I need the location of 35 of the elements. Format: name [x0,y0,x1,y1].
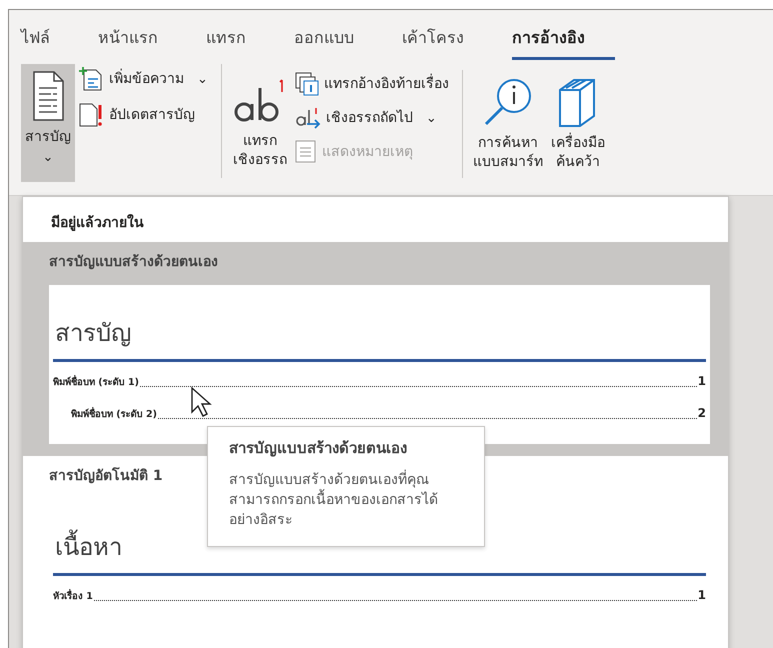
ribbon-button[interactable]: อัปเดตสารบัญ [75,100,211,130]
ribbon-tab[interactable]: เค้าโครง [402,18,494,60]
mouse-pointer-icon [190,386,212,418]
page-number: 1 [698,587,706,604]
ribbon-tab[interactable]: ออกแบบ [294,18,384,60]
ribbon-tab[interactable]: การอ้างอิง [512,18,615,60]
endnote-icon [294,72,319,96]
ribbon-tab[interactable]: หน้าแรก [98,18,188,60]
toc-entry-text: หัวเรื่อง 1 [53,590,93,604]
ribbon-tab[interactable]: แทรก [206,18,276,60]
ribbon-button[interactable]: สารบัญ ⌄ [21,64,75,182]
ribbon-tab[interactable]: ไฟล์ [21,18,80,60]
ribbon-button[interactable]: แทรก เชิงอรรถ [228,70,292,188]
document-list-icon [31,70,65,122]
preview-heading: สารบัญ [55,318,132,349]
show-notes-icon [294,140,317,164]
ribbon-button[interactable]: เชิงอรรถถัดไป ⌄ [292,104,452,132]
toc-entry-text: พิมพ์ชื่อบท (ระดับ 1) [53,376,139,390]
update-document-icon [78,102,104,128]
preview-heading: เนื้อหา [55,529,706,565]
add-text-icon [78,66,104,92]
gallery-item-title: สารบัญอัตโนมัติ 1 [49,466,163,486]
gallery-item-title: สารบัญแบบสร้างด้วยตนเอง [49,253,218,272]
ribbon-button[interactable]: การค้นหา แบบสมาร์ท [468,70,547,188]
tooltip-text: สารบัญแบบสร้างด้วยตนเองที่คุณสามารถกรอกเนื้อหาของเอกสารได้อย่างอิสระ [229,470,439,530]
next-footnote-icon [294,106,321,130]
page-number: 2 [698,405,706,422]
ribbon-button[interactable]: แทรกอ้างอิงท้ายเรื่อง [292,70,452,98]
page-number: 1 [698,373,706,390]
tooltip-title: สารบัญแบบสร้างด้วยตนเอง [229,438,408,459]
ribbon-button[interactable]: เพิ่มข้อความ ⌄ [75,64,211,94]
section-heading: มีอยู่แล้วภายใน [50,213,145,233]
ribbon-button[interactable]: เครื่องมือ ค้นคว้า [546,70,609,188]
toc-entry-text: พิมพ์ชื่อบท (ระดับ 2) [71,408,157,422]
ribbon-button: แสดงหมายเหตุ [292,138,452,166]
